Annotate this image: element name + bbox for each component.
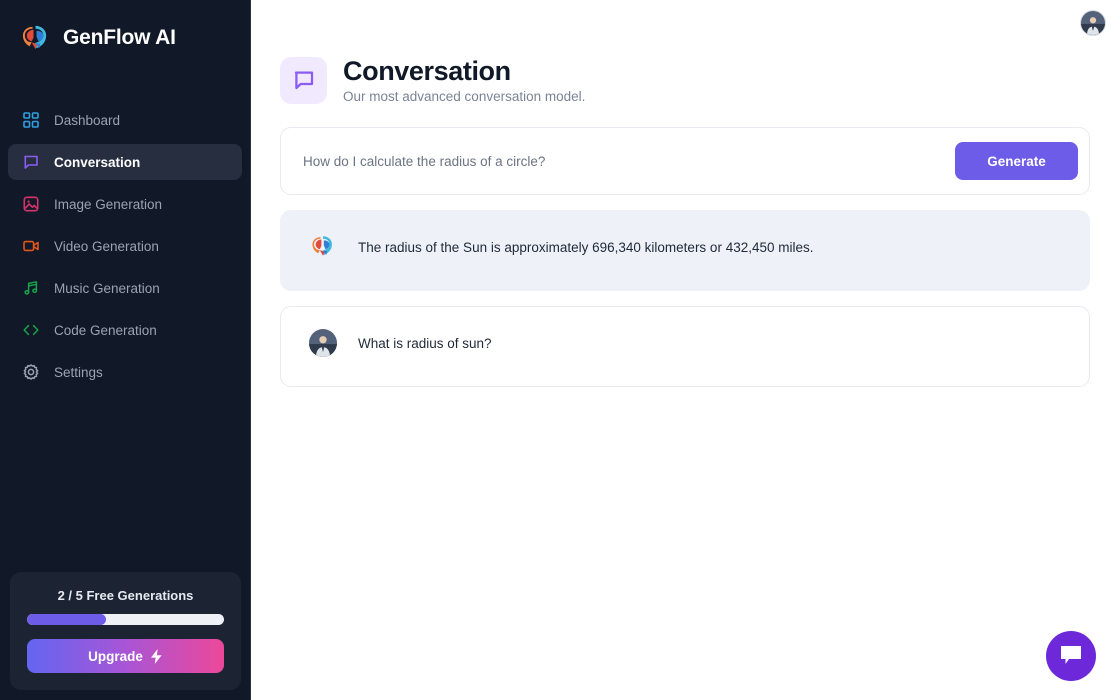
sidebar-item-label: Music Generation bbox=[54, 280, 160, 296]
sidebar-item-video-generation[interactable]: Video Generation bbox=[8, 228, 242, 264]
code-brackets-icon bbox=[22, 321, 40, 339]
user-avatar-photo bbox=[309, 329, 337, 358]
sidebar-item-label: Image Generation bbox=[54, 196, 163, 212]
page-header: Conversation Our most advanced conversat… bbox=[251, 46, 1120, 104]
assistant-message-card: The radius of the Sun is approximately 6… bbox=[280, 210, 1090, 292]
brain-logo-icon bbox=[309, 233, 337, 261]
lightning-bolt-icon bbox=[150, 648, 163, 664]
gear-icon bbox=[22, 363, 40, 381]
prompt-input[interactable] bbox=[303, 153, 955, 169]
sidebar-item-code-generation[interactable]: Code Generation bbox=[8, 312, 242, 348]
chat-bubble-filled-icon bbox=[1059, 644, 1083, 669]
music-note-icon bbox=[22, 279, 40, 297]
generate-button[interactable]: Generate bbox=[955, 142, 1078, 181]
user-avatar-photo[interactable] bbox=[1080, 10, 1106, 36]
sidebar-item-label: Dashboard bbox=[54, 112, 121, 128]
upgrade-button[interactable]: Upgrade bbox=[27, 639, 224, 673]
free-generations-progress bbox=[27, 614, 224, 625]
page-title: Conversation bbox=[343, 56, 511, 86]
progress-fill bbox=[27, 614, 106, 625]
main-content: Conversation Our most advanced conversat… bbox=[251, 0, 1120, 700]
sidebar-item-music-generation[interactable]: Music Generation bbox=[8, 270, 242, 306]
sidebar-item-conversation[interactable]: Conversation bbox=[8, 144, 242, 180]
brain-logo-icon bbox=[19, 22, 52, 53]
page-header-text: Conversation Our most advanced conversat… bbox=[343, 56, 585, 104]
grid-icon bbox=[22, 111, 40, 129]
assistant-message-text: The radius of the Sun is approximately 6… bbox=[358, 240, 814, 256]
sidebar-item-label: Code Generation bbox=[54, 322, 157, 338]
brand-name: GenFlow AI bbox=[63, 25, 176, 49]
topbar bbox=[251, 0, 1120, 46]
sidebar-item-settings[interactable]: Settings bbox=[8, 354, 242, 390]
sidebar: GenFlow AI Dashboard Conversation Image … bbox=[0, 0, 251, 700]
upgrade-button-label: Upgrade bbox=[88, 648, 143, 664]
app-root: GenFlow AI Dashboard Conversation Image … bbox=[0, 0, 1120, 700]
chat-bubble-icon bbox=[22, 153, 40, 171]
sidebar-item-dashboard[interactable]: Dashboard bbox=[8, 102, 242, 138]
sidebar-item-label: Video Generation bbox=[54, 238, 159, 254]
brand[interactable]: GenFlow AI bbox=[0, 0, 250, 58]
chat-fab-button[interactable] bbox=[1046, 631, 1096, 681]
sidebar-item-label: Settings bbox=[54, 364, 103, 380]
user-message-card: What is radius of sun? bbox=[280, 306, 1090, 388]
video-camera-icon bbox=[22, 237, 40, 255]
prompt-card: Generate bbox=[280, 127, 1090, 196]
sidebar-item-image-generation[interactable]: Image Generation bbox=[8, 186, 242, 222]
sidebar-nav: Dashboard Conversation Image Generation … bbox=[0, 102, 250, 396]
content-area: Generate The radius of the Sun is approx… bbox=[251, 104, 1120, 388]
upgrade-panel: 2 / 5 Free Generations Upgrade bbox=[10, 572, 241, 690]
page-subtitle: Our most advanced conversation model. bbox=[343, 89, 586, 105]
user-message-text: What is radius of sun? bbox=[358, 336, 492, 352]
quota-label: 2 / 5 Free Generations bbox=[57, 588, 194, 603]
image-icon bbox=[22, 195, 40, 213]
sidebar-item-label: Conversation bbox=[54, 154, 141, 170]
chat-bubble-icon bbox=[280, 56, 327, 104]
